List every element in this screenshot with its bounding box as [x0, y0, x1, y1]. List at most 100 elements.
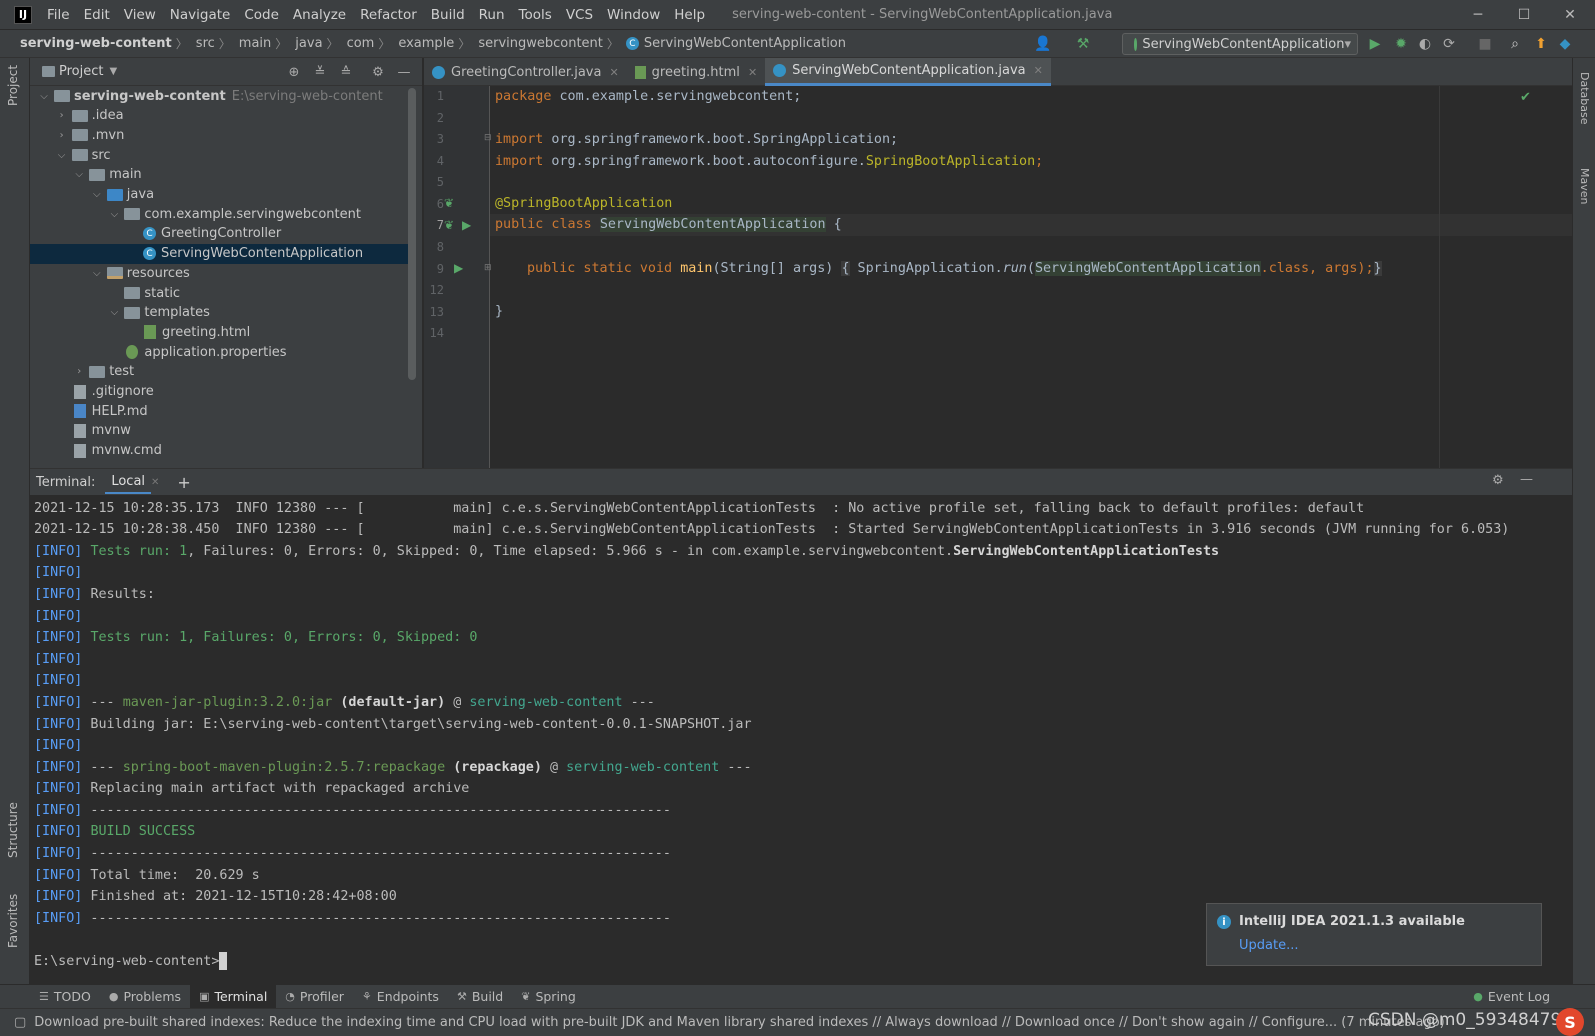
- tree-item[interactable]: ⌵ resources: [30, 263, 410, 283]
- tab-greeting-html[interactable]: greeting.html ✕: [627, 58, 765, 86]
- menu-navigate[interactable]: Navigate: [163, 0, 238, 30]
- menu-analyze[interactable]: Analyze: [286, 0, 353, 30]
- favorites-tool-button[interactable]: Favorites: [6, 894, 20, 948]
- menu-window[interactable]: Window: [600, 0, 667, 30]
- locate-icon[interactable]: ⊕: [285, 63, 303, 81]
- breadcrumb-project[interactable]: serving-web-content: [0, 36, 174, 51]
- close-window-button[interactable]: ✕: [1547, 0, 1593, 30]
- maximize-button[interactable]: ☐: [1501, 0, 1547, 30]
- chevron-down-icon[interactable]: ⌵: [38, 91, 50, 102]
- tree-item[interactable]: greeting.html: [30, 322, 410, 342]
- status-message[interactable]: Download pre-built shared indexes: Reduc…: [34, 1015, 1444, 1030]
- tree-item[interactable]: ⌵ com.example.servingwebcontent: [30, 204, 410, 224]
- close-tab-icon[interactable]: ✕: [151, 477, 159, 488]
- chevron-down-icon[interactable]: ⌵: [56, 150, 68, 161]
- gear-icon[interactable]: ⚙: [1492, 473, 1504, 488]
- menu-tools[interactable]: Tools: [512, 0, 559, 30]
- gear-icon[interactable]: ⚙: [369, 63, 387, 81]
- run-icon[interactable]: ▶: [1366, 35, 1384, 53]
- user-icon[interactable]: 👤: [1034, 35, 1052, 53]
- close-tab-icon[interactable]: ✕: [1034, 64, 1043, 77]
- fold-brace[interactable]: {: [841, 261, 850, 276]
- terminal-prompt-line[interactable]: E:\serving-web-content>: [34, 951, 228, 973]
- run-gutter-icon[interactable]: ▶: [462, 218, 471, 232]
- project-panel-title[interactable]: Project: [59, 64, 103, 79]
- search-icon[interactable]: ⌕: [1506, 35, 1524, 53]
- tree-item[interactable]: application.properties: [30, 342, 410, 362]
- chevron-down-icon[interactable]: ⌵: [108, 209, 120, 220]
- tree-item[interactable]: C GreetingController: [30, 224, 410, 244]
- hide-icon[interactable]: —: [1520, 472, 1533, 487]
- tree-item[interactable]: › .idea: [30, 106, 410, 126]
- build-tool-button[interactable]: ⚒ Build: [448, 985, 512, 1009]
- tree-item[interactable]: ⌵ java: [30, 185, 410, 205]
- tree-item[interactable]: static: [30, 283, 410, 303]
- tree-item[interactable]: ⌵ main: [30, 165, 410, 185]
- update-link[interactable]: Update...: [1239, 938, 1298, 953]
- chevron-down-icon[interactable]: ⌵: [73, 169, 85, 180]
- menu-view[interactable]: View: [117, 0, 163, 30]
- menu-code[interactable]: Code: [237, 0, 286, 30]
- spring-bean-icon[interactable]: ❦: [444, 218, 454, 232]
- code-editor[interactable]: 1 2 3 4 5 6 7 8 9 12 13 14 ❦ ❦ ▶ ▶ ⊟ ⊞ ✔…: [424, 86, 1572, 468]
- event-log-button[interactable]: ● Event Log: [1464, 985, 1559, 1009]
- breadcrumb-servingwebcontent[interactable]: servingwebcontent: [472, 36, 605, 51]
- breadcrumb-main[interactable]: main: [233, 36, 273, 51]
- coverage-icon[interactable]: ◐: [1416, 35, 1434, 53]
- fold-icon[interactable]: ⊟: [484, 133, 492, 143]
- breadcrumb-com[interactable]: com: [341, 36, 377, 51]
- chevron-down-icon[interactable]: ⌵: [91, 268, 103, 279]
- tree-item[interactable]: ⌵ serving-web-content E:\serving-web-conte…: [30, 86, 410, 106]
- menu-file[interactable]: File: [40, 0, 77, 30]
- tree-item[interactable]: mvnw: [30, 421, 410, 441]
- fold-icon[interactable]: ⊞: [484, 263, 492, 273]
- profile-icon[interactable]: ⟳: [1440, 35, 1458, 53]
- breadcrumb-java[interactable]: java: [289, 36, 324, 51]
- tree-item[interactable]: HELP.md: [30, 401, 410, 421]
- chevron-right-icon[interactable]: ›: [73, 366, 85, 377]
- menu-refactor[interactable]: Refactor: [353, 0, 424, 30]
- debug-icon[interactable]: ✹: [1392, 35, 1410, 53]
- run-gutter-icon[interactable]: ▶: [454, 261, 463, 275]
- close-tab-icon[interactable]: ✕: [609, 66, 618, 79]
- chevron-down-icon[interactable]: ⌵: [91, 189, 103, 200]
- build-hammer-icon[interactable]: ⚒: [1074, 35, 1092, 53]
- tree-item[interactable]: mvnw.cmd: [30, 441, 410, 461]
- menu-build[interactable]: Build: [424, 0, 472, 30]
- todo-tool-button[interactable]: ☰ TODO: [30, 985, 100, 1009]
- tree-item[interactable]: ⌵ templates: [30, 303, 410, 323]
- problems-tool-button[interactable]: ● Problems: [100, 985, 190, 1009]
- tree-scrollbar[interactable]: [408, 88, 416, 380]
- spring-tool-button[interactable]: ❦ Spring: [512, 985, 585, 1009]
- menu-help[interactable]: Help: [667, 0, 712, 30]
- spring-bean-icon[interactable]: ❦: [444, 196, 454, 210]
- plugin-icon[interactable]: ◆: [1556, 35, 1574, 53]
- breadcrumb-example[interactable]: example: [392, 36, 456, 51]
- database-tool-button[interactable]: Database: [1578, 72, 1591, 125]
- hide-icon[interactable]: —: [395, 63, 413, 81]
- profiler-tool-button[interactable]: ◔ Profiler: [276, 985, 353, 1009]
- project-tool-button[interactable]: Project: [6, 65, 20, 106]
- update-icon[interactable]: ⬆: [1532, 35, 1550, 53]
- breadcrumb-class[interactable]: ServingWebContentApplication: [644, 36, 848, 51]
- chevron-down-icon[interactable]: ⌵: [108, 307, 120, 318]
- stop-icon[interactable]: ■: [1476, 35, 1494, 53]
- fold-brace[interactable]: }: [1373, 261, 1382, 276]
- chevron-right-icon[interactable]: ›: [56, 110, 68, 121]
- run-configuration-select[interactable]: ServingWebContentApplication ▾: [1122, 33, 1358, 55]
- endpoints-tool-button[interactable]: ⚘ Endpoints: [353, 985, 448, 1009]
- tab-greeting-controller[interactable]: GreetingController.java ✕: [424, 58, 627, 86]
- add-terminal-icon[interactable]: +: [177, 473, 190, 492]
- menu-edit[interactable]: Edit: [77, 0, 117, 30]
- minimize-button[interactable]: ─: [1455, 0, 1501, 30]
- maven-tool-button[interactable]: Maven: [1578, 168, 1591, 204]
- chevron-down-icon[interactable]: ▼: [109, 66, 117, 77]
- menu-run[interactable]: Run: [472, 0, 512, 30]
- breadcrumb-src[interactable]: src: [190, 36, 217, 51]
- close-tab-icon[interactable]: ✕: [748, 66, 757, 79]
- tree-item[interactable]: ⌵ src: [30, 145, 410, 165]
- panel-toggle-icon[interactable]: ▢: [14, 1015, 26, 1030]
- terminal-tab-local[interactable]: Local: [105, 471, 152, 494]
- menu-vcs[interactable]: VCS: [559, 0, 600, 30]
- tree-item[interactable]: .gitignore: [30, 382, 410, 402]
